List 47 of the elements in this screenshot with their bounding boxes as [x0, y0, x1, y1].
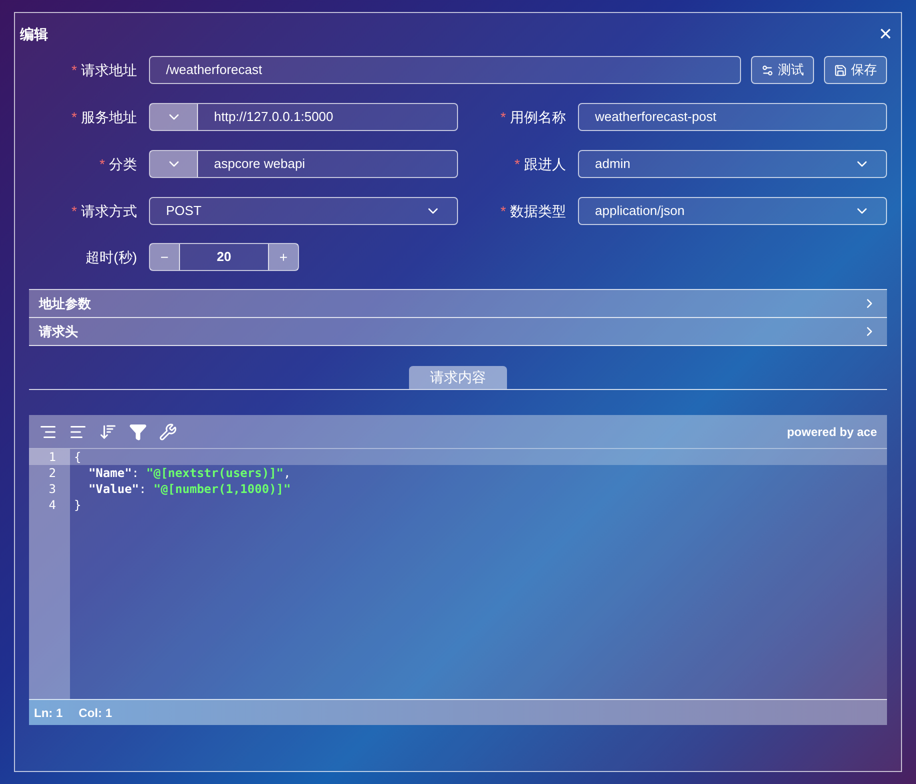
test-button[interactable]: 测试 [751, 56, 814, 84]
required-mark: * [500, 108, 506, 127]
sort-icon[interactable] [99, 422, 117, 440]
status-text: Ln: 1 [34, 704, 63, 722]
required-mark: * [72, 61, 77, 80]
close-button[interactable]: × [879, 23, 892, 45]
prefixed-input[interactable]: aspcore webapi [149, 150, 458, 178]
code-line: "Value": "@[number(1,1000)]" [87, 481, 292, 497]
select-field[interactable]: admin [578, 150, 887, 178]
status-text: Col: 1 [78, 704, 112, 722]
field-label: 跟进人 [524, 154, 566, 174]
collapsible-section-header[interactable]: 地址参数 [29, 290, 887, 318]
input-field[interactable]: /weatherforecast [149, 56, 741, 84]
wrench-icon[interactable] [159, 422, 177, 440]
input-value: aspcore webapi [213, 155, 306, 174]
field-label: 请求地址 [81, 60, 137, 80]
line-number: 2 [48, 465, 57, 481]
code-line: } [73, 497, 82, 513]
prefix-dropdown[interactable] [150, 104, 198, 130]
field-label: 用例名称 [510, 108, 566, 126]
prefixed-input[interactable]: http://127.0.0.1:5000 [149, 103, 458, 131]
line-number: 1 [29, 449, 70, 465]
select-field[interactable]: POST [149, 197, 458, 225]
powered-by-text: powered by ace [786, 424, 877, 440]
line-number: 4 [48, 497, 57, 513]
field-label: 数据类型 [510, 202, 566, 220]
field-label: 服务地址 [81, 108, 137, 126]
stepper-value: 20 [216, 248, 232, 266]
collapsible-section-header[interactable]: 请求头 [29, 318, 887, 346]
required-mark: * [514, 155, 520, 174]
dialog-title: 编辑 [20, 24, 48, 44]
filter-icon[interactable] [129, 422, 147, 440]
field-label: 请求方式 [81, 202, 137, 220]
line-number: 3 [48, 481, 57, 497]
required-mark: * [100, 155, 105, 174]
input-field[interactable]: weatherforecast-post [578, 103, 887, 131]
code-line: "Name": "@[nextstr(users)]", [87, 465, 292, 481]
field-label: 超时(秒) [86, 248, 137, 267]
required-mark: * [72, 202, 77, 221]
required-mark: * [72, 108, 77, 127]
code-editor[interactable]: powered by ace 1 2 3 4 { "Name": "@[nextstr(users)]", "Value": "@[number(1,1000)]" } Ln: 1 Col: 1 [29, 415, 887, 725]
select-field[interactable]: application/json [578, 197, 887, 225]
field-label: 分类 [109, 154, 137, 174]
save-button[interactable]: 保存 [824, 56, 887, 84]
prefix-dropdown[interactable] [150, 151, 198, 177]
input-value: http://127.0.0.1:5000 [213, 108, 334, 126]
required-mark: * [500, 202, 506, 221]
